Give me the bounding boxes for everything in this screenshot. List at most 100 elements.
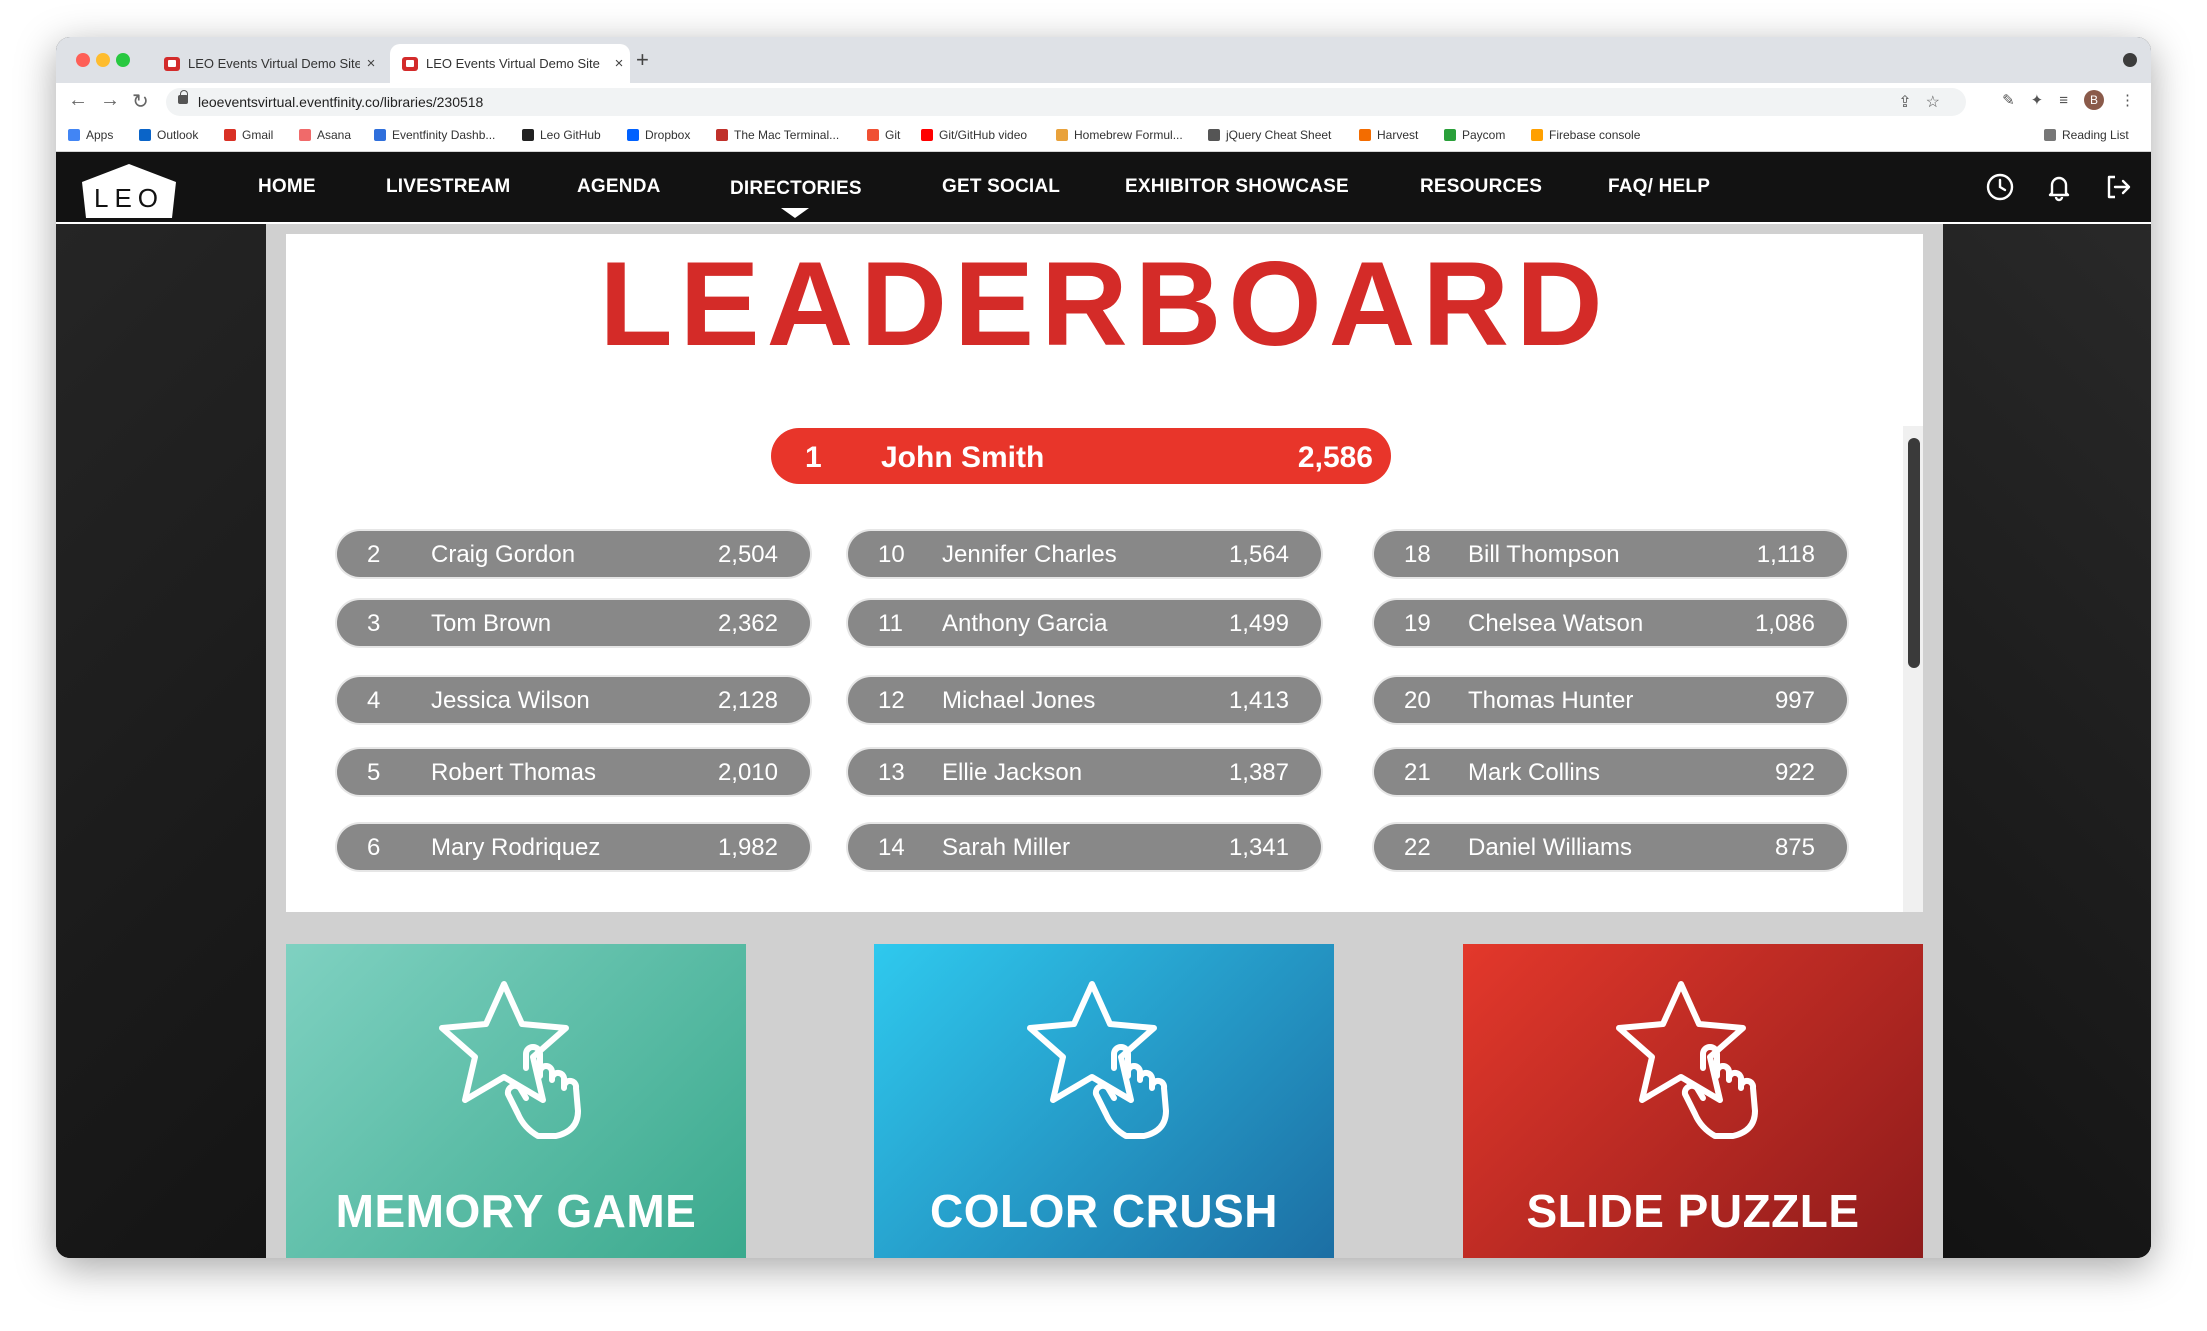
score: 2,362 <box>717 610 778 637</box>
bookmarks-bar: Apps Outlook Gmail Asana Eventfinity Das… <box>56 121 2151 152</box>
leaderboard-row: 2 Craig Gordon 2,504 <box>337 531 810 577</box>
homebrew-icon <box>1056 129 1068 141</box>
harvest-icon <box>1359 129 1371 141</box>
game-tile-slide-puzzle[interactable]: SLIDE PUZZLE <box>1463 944 1923 1258</box>
site-page: LEO HOME LIVESTREAM AGENDA DIRECTORIES G… <box>56 152 2151 1258</box>
player-name: Sarah Miller <box>942 834 1071 861</box>
url-text[interactable]: leoeventsvirtual.eventfinity.co/librarie… <box>198 94 483 110</box>
score: 2,504 <box>717 541 778 568</box>
nav-home[interactable]: HOME <box>258 176 316 198</box>
nav-directories[interactable]: DIRECTORIES <box>730 178 862 200</box>
tab-strip: LEO Events Virtual Demo Site × LEO Event… <box>56 37 2151 83</box>
bookmark-mac-terminal[interactable]: The Mac Terminal... <box>716 128 839 142</box>
bookmark-apps[interactable]: Apps <box>68 128 113 142</box>
rank: 4 <box>367 687 381 714</box>
bookmark-outlook[interactable]: Outlook <box>139 128 198 142</box>
asana-icon <box>299 129 311 141</box>
game-label: SLIDE PUZZLE <box>1526 1185 1860 1237</box>
back-icon[interactable]: ← <box>68 89 88 112</box>
bookmark-git-video[interactable]: Git/GitHub video <box>921 128 1027 142</box>
tab-close-icon[interactable]: × <box>360 55 382 72</box>
rank: 10 <box>878 541 905 568</box>
tab-1[interactable]: LEO Events Virtual Demo Site × <box>152 44 382 83</box>
bookmark-gmail[interactable]: Gmail <box>224 128 273 142</box>
game-tile-color-crush[interactable]: COLOR CRUSH <box>874 944 1334 1258</box>
browser-toolbar: ← → ↻ leoeventsvirtual.eventfinity.co/li… <box>56 83 2151 121</box>
logout-icon[interactable] <box>2103 172 2133 202</box>
extension-icon[interactable]: ✎ <box>2002 91 2015 109</box>
puzzle-icon[interactable]: ✦ <box>2031 91 2044 109</box>
media-icon[interactable]: ≡ <box>2059 92 2068 109</box>
nav-livestream[interactable]: LIVESTREAM <box>386 176 510 198</box>
bell-icon[interactable] <box>2044 172 2074 202</box>
site-favicon-icon <box>402 56 418 71</box>
minimize-window-button[interactable] <box>96 53 110 67</box>
player-name: Bill Thompson <box>1468 541 1620 568</box>
bookmark-homebrew[interactable]: Homebrew Formul... <box>1056 128 1183 142</box>
maximize-window-button[interactable] <box>116 53 130 67</box>
bookmark-leo-github[interactable]: Leo GitHub <box>522 128 601 142</box>
youtube-icon <box>921 129 933 141</box>
forward-icon[interactable]: → <box>100 89 120 112</box>
apps-grid-icon <box>68 129 80 141</box>
close-window-button[interactable] <box>76 53 90 67</box>
leaderboard-row: 5 Robert Thomas 2,010 <box>337 749 810 795</box>
score: 1,387 <box>1228 759 1289 786</box>
tab-title: LEO Events Virtual Demo Site <box>188 56 360 71</box>
bookmark-paycom[interactable]: Paycom <box>1444 128 1505 142</box>
rank: 21 <box>1404 759 1431 786</box>
score: 1,982 <box>717 834 778 861</box>
player-name: Thomas Hunter <box>1468 687 1634 714</box>
nav-agenda[interactable]: AGENDA <box>577 176 661 198</box>
tab-close-icon[interactable]: × <box>608 55 630 72</box>
score: 1,564 <box>1228 541 1289 568</box>
background-shape <box>1911 152 2151 1258</box>
extensions-area: ✎ ✦ ≡ B ⋮ <box>2002 90 2135 110</box>
bookmark-star-icon[interactable]: ☆ <box>1926 94 1954 111</box>
new-tab-icon[interactable]: + <box>636 47 649 73</box>
bookmark-firebase[interactable]: Firebase console <box>1531 128 1640 142</box>
bookmark-asana[interactable]: Asana <box>299 128 351 142</box>
background-shape <box>56 152 296 1258</box>
browser-window: LEO Events Virtual Demo Site × LEO Event… <box>56 37 2151 1258</box>
game-tile-memory-game[interactable]: MEMORY GAME <box>286 944 746 1258</box>
more-menu-icon[interactable]: ⋮ <box>2120 91 2135 109</box>
nav-resources[interactable]: RESOURCES <box>1420 176 1542 198</box>
leaderboard-row: 12 Michael Jones 1,413 <box>848 677 1321 723</box>
bookmark-dropbox[interactable]: Dropbox <box>627 128 690 142</box>
tab-search-icon[interactable] <box>2123 53 2137 67</box>
star-tap-icon <box>1027 981 1169 1139</box>
svg-text:LEO: LEO <box>94 183 164 213</box>
leaderboard-row: 19 Chelsea Watson 1,086 <box>1374 600 1847 646</box>
nav-exhibitor-showcase[interactable]: EXHIBITOR SHOWCASE <box>1125 176 1349 198</box>
leo-logo[interactable]: LEO <box>74 160 184 218</box>
leaderboard-row: 4 Jessica Wilson 2,128 <box>337 677 810 723</box>
paycom-icon <box>1444 129 1456 141</box>
share-icon[interactable]: ⇪ <box>1898 94 1925 111</box>
address-bar[interactable]: leoeventsvirtual.eventfinity.co/librarie… <box>166 88 1966 116</box>
clock-icon[interactable] <box>1985 172 2015 202</box>
reload-icon[interactable]: ↻ <box>132 89 149 114</box>
rank: 2 <box>367 541 381 568</box>
bookmark-eventfinity[interactable]: Eventfinity Dashb... <box>374 128 495 142</box>
score: 1,118 <box>1756 541 1815 568</box>
avatar[interactable]: B <box>2084 90 2104 110</box>
player-name: Tom Brown <box>431 610 552 637</box>
tab-2-active[interactable]: LEO Events Virtual Demo Site × <box>390 44 630 83</box>
leaderboard-panel: LEADERBOARD 1 John Smith 2,586 2 Craig Go… <box>286 234 1923 912</box>
omnibox-actions: ⇪☆ <box>1898 92 1954 112</box>
firebase-icon <box>1531 129 1543 141</box>
leaderboard-row: 11 Anthony Garcia 1,499 <box>848 600 1321 646</box>
leaderboard-scrollbar[interactable] <box>1903 426 1923 912</box>
nav-get-social[interactable]: GET SOCIAL <box>942 176 1060 198</box>
github-icon <box>522 129 534 141</box>
bookmark-git[interactable]: Git <box>867 128 900 142</box>
reading-list-button[interactable]: Reading List <box>2044 128 2129 142</box>
bookmark-harvest[interactable]: Harvest <box>1359 128 1418 142</box>
leaderboard-first-place: 1 John Smith 2,586 <box>771 428 1391 484</box>
player-name: Ellie Jackson <box>942 759 1083 786</box>
bookmark-jquery[interactable]: jQuery Cheat Sheet <box>1208 128 1331 142</box>
scrollbar-thumb[interactable] <box>1908 438 1920 668</box>
nav-faq-help[interactable]: FAQ/ HELP <box>1608 176 1710 198</box>
outlook-icon <box>139 129 151 141</box>
